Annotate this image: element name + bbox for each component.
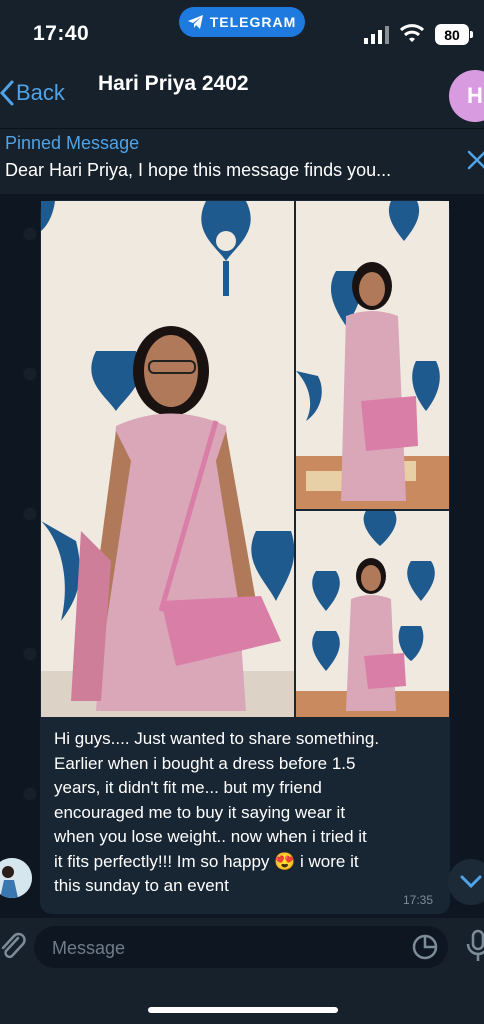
sticker-icon[interactable] xyxy=(411,933,439,961)
chat-title[interactable]: Hari Priya 2402 xyxy=(98,72,249,96)
status-bar: 17:40 TELEGRAM 80 xyxy=(0,0,484,62)
telegram-pill-label: TELEGRAM xyxy=(209,14,297,30)
message-field[interactable] xyxy=(34,926,448,970)
back-label: Back xyxy=(16,80,65,105)
pinned-message-bar[interactable]: Pinned Message Dear Hari Priya, I hope t… xyxy=(0,128,484,195)
contact-avatar[interactable]: H xyxy=(449,70,484,122)
message-input[interactable] xyxy=(50,926,394,970)
chevron-down-icon xyxy=(460,875,482,889)
telegram-pill[interactable]: TELEGRAM xyxy=(179,7,305,37)
signal-icon xyxy=(364,26,389,44)
home-indicator xyxy=(148,1007,338,1013)
pinned-text: Dear Hari Priya, I hope this message fin… xyxy=(5,160,392,180)
close-icon[interactable] xyxy=(466,149,484,171)
telegram-icon xyxy=(187,15,203,29)
paperclip-icon[interactable] xyxy=(0,930,26,960)
microphone-icon[interactable] xyxy=(466,929,484,963)
photo-top-right[interactable] xyxy=(296,201,449,509)
wifi-icon xyxy=(400,24,424,42)
status-time: 17:40 xyxy=(33,22,90,45)
photo-main[interactable] xyxy=(41,201,294,717)
battery-indicator: 80 xyxy=(435,24,473,45)
message-time: 17:35 xyxy=(403,893,434,907)
message-text: Hi guys.... Just wanted to share somethi… xyxy=(54,729,380,895)
pinned-title: Pinned Message xyxy=(5,133,140,153)
chevron-left-icon xyxy=(0,80,14,106)
back-button[interactable]: Back xyxy=(0,80,65,106)
chat-header: Back Hari Priya 2402 H xyxy=(0,62,484,128)
photo-bottom-right[interactable] xyxy=(296,511,449,717)
